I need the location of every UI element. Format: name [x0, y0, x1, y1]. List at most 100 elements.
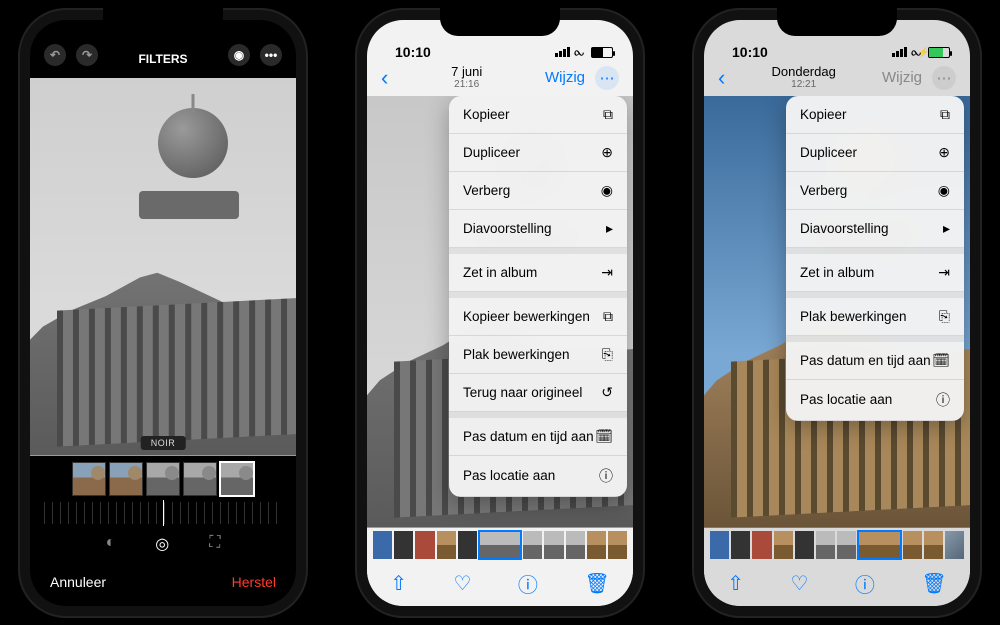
more-icon[interactable]: •••: [260, 44, 282, 66]
menu-item-icon: ▸: [943, 220, 950, 237]
cellular-icon: [555, 47, 570, 57]
undo-icon[interactable]: ↶: [44, 44, 66, 66]
trash-icon[interactable]: 🗑: [584, 571, 609, 596]
menu-item[interactable]: Verberg◉: [449, 172, 627, 210]
share-icon[interactable]: ⇧: [727, 571, 744, 596]
menu-item[interactable]: Kopieer⧉: [786, 96, 964, 134]
menu-item-icon: ▸: [606, 220, 613, 237]
battery-icon: [591, 47, 613, 58]
back-button[interactable]: ‹: [718, 65, 725, 91]
menu-item-icon: ⎘: [602, 346, 613, 363]
strip-thumb[interactable]: [816, 531, 835, 559]
thumbnail-strip[interactable]: [367, 528, 633, 562]
menu-item-icon: 🗓: [595, 428, 613, 445]
menu-item[interactable]: Diavoorstelling▸: [786, 210, 964, 248]
menu-item[interactable]: Plak bewerkingen⎘: [786, 298, 964, 336]
menu-item[interactable]: Zet in album ⇥: [449, 254, 627, 292]
menu-item-label: Zet in album: [463, 265, 537, 280]
notch: [103, 8, 223, 36]
menu-item[interactable]: Dupliceer ⊕: [449, 134, 627, 172]
strip-thumb[interactable]: [608, 531, 627, 559]
menu-item-icon: ⧉: [603, 308, 613, 325]
markup-pin-icon[interactable]: ◉: [228, 44, 250, 66]
menu-item-label: Kopieer: [463, 107, 510, 122]
menu-item-icon: ⇥: [601, 264, 613, 281]
toolbar: ⇧ ♡ ⓘ 🗑: [367, 562, 633, 606]
reset-button[interactable]: Herstel: [232, 574, 276, 590]
strip-thumb[interactable]: [394, 531, 413, 559]
strip-thumb[interactable]: [752, 531, 771, 559]
photo-canvas[interactable]: NOIR: [30, 78, 296, 456]
edit-button[interactable]: Wijzig: [545, 69, 585, 86]
menu-item[interactable]: Pas locatie aanⓘ: [449, 456, 627, 497]
filter-thumb[interactable]: [146, 462, 180, 496]
strip-thumb[interactable]: [710, 531, 729, 559]
photo-view[interactable]: Kopieer ⧉ Dupliceer ⊕ Verberg◉Diavoorstellin…: [367, 96, 633, 528]
thumbnail-strip[interactable]: [704, 528, 970, 562]
menu-item-icon: ◉: [938, 182, 950, 199]
menu-item[interactable]: Terug naar origineel↺: [449, 374, 627, 412]
menu-item-label: Kopieer bewerkingen: [463, 309, 590, 324]
strip-thumb[interactable]: [837, 531, 856, 559]
more-icon[interactable]: ⋯: [932, 66, 956, 90]
menu-item-label: Verberg: [800, 183, 847, 198]
strip-thumb[interactable]: [523, 531, 542, 559]
menu-item[interactable]: Kopieer ⧉: [449, 96, 627, 134]
strip-thumb-selected[interactable]: [479, 531, 521, 559]
menu-item[interactable]: Plak bewerkingen⎘: [449, 336, 627, 374]
menu-item[interactable]: Dupliceer⊕: [786, 134, 964, 172]
intensity-ruler[interactable]: [44, 502, 282, 524]
info-icon[interactable]: ⓘ: [518, 569, 538, 598]
strip-thumb[interactable]: [566, 531, 585, 559]
menu-item-icon: ⊕: [601, 144, 613, 161]
crop-icon[interactable]: ⛶: [209, 534, 220, 554]
photo-view[interactable]: Kopieer⧉Dupliceer⊕ Verberg ◉ Diavoorstellin…: [704, 96, 970, 528]
share-icon[interactable]: ⇧: [390, 571, 407, 596]
edit-button[interactable]: Wijzig: [882, 69, 922, 86]
back-button[interactable]: ‹: [381, 65, 388, 91]
strip-thumb[interactable]: [945, 531, 964, 559]
trash-icon[interactable]: 🗑: [921, 571, 946, 596]
strip-thumb[interactable]: [924, 531, 943, 559]
info-icon[interactable]: ⓘ: [855, 569, 875, 598]
menu-item-label: Terug naar origineel: [463, 385, 582, 400]
menu-item-label: Zet in album: [800, 265, 874, 280]
strip-thumb[interactable]: [415, 531, 434, 559]
menu-item[interactable]: Verberg ◉: [786, 172, 964, 210]
menu-item[interactable]: Kopieer bewerkingen ⧉: [449, 298, 627, 336]
strip-thumb[interactable]: [587, 531, 606, 559]
filter-thumb[interactable]: [109, 462, 143, 496]
menu-item[interactable]: Zet in album⇥: [786, 254, 964, 292]
strip-thumb[interactable]: [373, 531, 392, 559]
filters-icon[interactable]: ◎: [155, 534, 169, 554]
favorite-icon[interactable]: ♡: [453, 571, 471, 596]
filter-thumb-selected[interactable]: [220, 462, 254, 496]
strip-thumb[interactable]: [731, 531, 750, 559]
strip-thumb[interactable]: [544, 531, 563, 559]
menu-item[interactable]: Pas datum en tijd aan🗓: [449, 418, 627, 456]
filter-thumb[interactable]: [72, 462, 106, 496]
adjust-icon[interactable]: ◐: [106, 534, 116, 554]
menu-item[interactable]: Pas locatie aanⓘ: [786, 380, 964, 421]
redo-icon[interactable]: ↷: [76, 44, 98, 66]
toolbar: ⇧ ♡ ⓘ 🗑: [704, 562, 970, 606]
cancel-button[interactable]: Annuleer: [50, 574, 106, 590]
strip-thumb-selected[interactable]: [858, 531, 900, 559]
menu-item-label: Verberg: [463, 183, 510, 198]
more-icon[interactable]: ⋯: [595, 66, 619, 90]
menu-item-icon: ⧉: [603, 106, 613, 123]
menu-item-label: Pas datum en tijd aan: [463, 429, 594, 444]
notch: [440, 8, 560, 36]
strip-thumb[interactable]: [458, 531, 477, 559]
menu-item[interactable]: Pas datum en tijd aan🗓: [786, 342, 964, 380]
strip-thumb[interactable]: [795, 531, 814, 559]
filter-thumb[interactable]: [183, 462, 217, 496]
menu-item-label: Dupliceer: [463, 145, 520, 160]
strip-thumb[interactable]: [437, 531, 456, 559]
edit-modes: ◐ ◎ ⛶: [30, 524, 296, 564]
strip-thumb[interactable]: [774, 531, 793, 559]
strip-thumb[interactable]: [903, 531, 922, 559]
menu-item[interactable]: Diavoorstelling▸: [449, 210, 627, 248]
menu-item-icon: ⊕: [938, 144, 950, 161]
favorite-icon[interactable]: ♡: [790, 571, 808, 596]
